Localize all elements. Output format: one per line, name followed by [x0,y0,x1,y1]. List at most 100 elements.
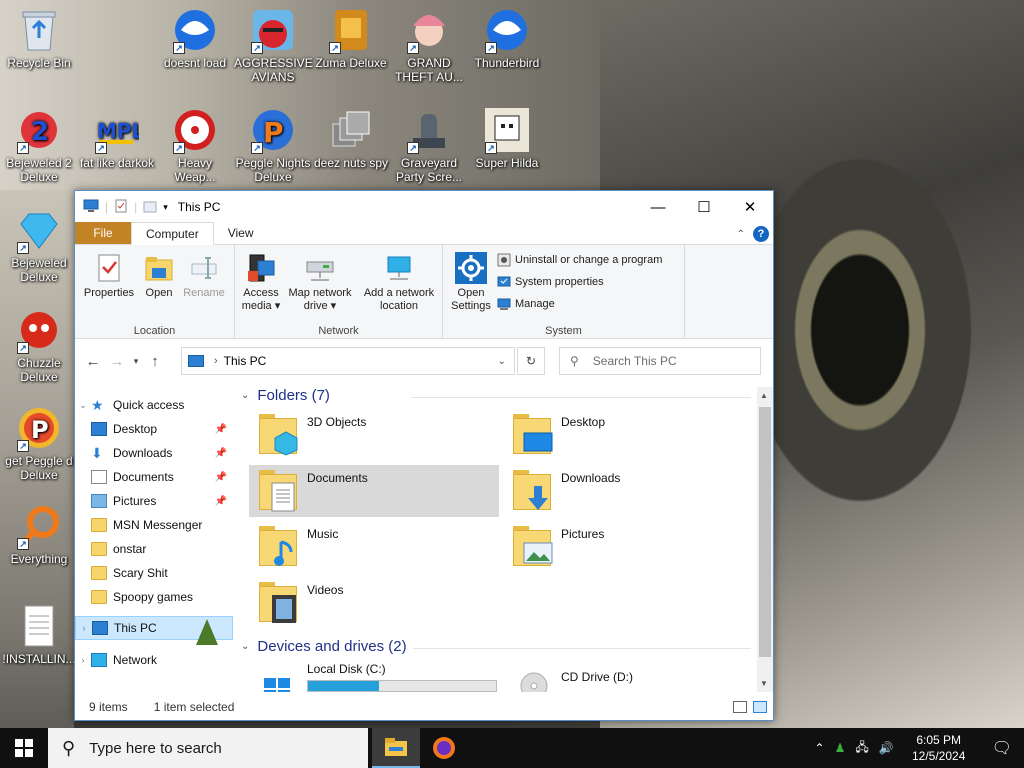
desktop-icon-gta[interactable]: ↗ GRAND THEFT AU... [390,6,468,84]
manage-button[interactable]: Manage [497,295,555,313]
network-drive-icon [303,251,337,285]
refresh-button[interactable]: ↻ [517,347,545,375]
quick-access-dropdown-icon[interactable]: ▾ [163,202,168,213]
nav-item-spoopy-games[interactable]: Spoopy games [75,585,233,609]
desktop-icon-deez-nuts-spy[interactable]: deez nuts spy [312,106,390,170]
collapse-chevron-icon[interactable]: ⌄ [241,390,249,401]
breadcrumb-this-pc[interactable]: This PC [224,354,267,368]
close-button[interactable]: ✕ [727,191,773,223]
desktop-icon-fat-like-darkok[interactable]: MPL ↗ fat like darkok [78,106,156,170]
drive-tile-cd-d[interactable]: CD Drive (D:) [503,660,753,692]
notifications-icon[interactable]: 🗨 [992,738,1012,758]
nav-network[interactable]: › Network [75,648,233,672]
search-box[interactable]: ⚲ Search This PC [559,347,761,375]
breadcrumb-chevron[interactable]: › [214,355,218,367]
desktop-icon-installing[interactable]: !INSTALLIN... [0,602,78,666]
expand-chevron-icon[interactable]: › [76,623,92,633]
large-icons-view-icon[interactable] [753,701,767,713]
folder-tile-documents[interactable]: Documents [249,465,499,517]
open-button[interactable]: Open [139,249,179,300]
properties-quick-icon[interactable] [114,199,128,216]
map-network-drive-button[interactable]: Map network drive ▾ [283,249,357,313]
content-scrollbar[interactable]: ▲ ▼ [757,387,773,692]
taskbar-file-explorer[interactable] [372,728,420,768]
desktop-icon-everything[interactable]: ↗ Everything [0,502,78,566]
desktop-icon-thunderbird[interactable]: ↗ Thunderbird [468,6,546,70]
nav-item-pictures[interactable]: Pictures 📌 [75,489,233,513]
pin-icon[interactable]: 📌 [215,472,227,483]
nav-item-documents[interactable]: Documents 📌 [75,465,233,489]
expand-chevron-icon[interactable]: › [75,655,91,665]
scroll-thumb[interactable] [759,407,771,657]
desktop-icon-graveyard-party[interactable]: ↗ Graveyard Party Scre... [390,106,468,184]
new-folder-quick-icon[interactable] [143,199,157,216]
folder-tile-desktop[interactable]: Desktop [503,409,753,461]
volume-icon[interactable]: 🔊 [879,741,894,755]
ribbon-collapse-icon[interactable]: ⌃ [737,229,745,240]
address-dropdown-icon[interactable]: ⌄ [498,356,506,367]
minimize-button[interactable]: — [635,191,681,223]
forward-button[interactable]: → [105,353,129,370]
properties-button[interactable]: Properties [81,249,137,300]
desktop-icon-bejeweled-deluxe[interactable]: ↗ Bejeweled Deluxe [0,206,78,284]
desktop-icon-super-hilda[interactable]: ↗ Super Hilda [468,106,546,170]
nav-item-downloads[interactable]: ⬇ Downloads 📌 [75,441,233,465]
folder-tile-3d-objects[interactable]: 3D Objects [249,409,499,461]
scroll-up-icon[interactable]: ▲ [760,391,768,400]
address-bar[interactable]: › This PC ⌄ [181,347,515,375]
network-icon [91,653,107,667]
access-media-button[interactable]: Access media ▾ [239,249,283,313]
system-properties-button[interactable]: System properties [497,273,604,291]
desktop-icon-zuma-deluxe[interactable]: ↗ Zuma Deluxe [312,6,390,70]
taskbar-search-box[interactable]: ⚲ Type here to search [48,728,368,768]
collapse-chevron-icon[interactable]: ⌄ [241,641,249,652]
nav-item-onstar[interactable]: onstar [75,537,233,561]
expand-chevron-icon[interactable]: ⌄ [75,400,91,411]
folder-tile-music[interactable]: Music [249,521,499,573]
folder-tile-downloads[interactable]: Downloads [503,465,753,517]
pin-icon[interactable]: 📌 [215,448,227,459]
help-icon[interactable]: ? [753,226,769,242]
user-presence-icon[interactable]: ♟ [835,741,846,755]
maximize-button[interactable]: ☐ [681,191,727,223]
desktop-icon-aggressive-avians[interactable]: ↗ AGGRESSIVE AVIANS [234,6,313,84]
uninstall-program-button[interactable]: Uninstall or change a program [497,251,662,269]
nav-item-scary-shit[interactable]: Scary Shit [75,561,233,585]
pictures-icon [91,494,107,508]
taskbar-firefox[interactable] [420,728,468,768]
recent-locations-button[interactable]: ▾ [129,356,143,367]
nav-item-msn-messenger[interactable]: MSN Messenger [75,513,233,537]
devices-section-header[interactable]: ⌄ Devices and drives (2) [241,638,751,655]
folder-tile-pictures[interactable]: Pictures [503,521,753,573]
drive-tile-local-disk-c[interactable]: Local Disk (C:) [249,660,499,692]
tab-computer[interactable]: Computer [131,222,214,245]
rename-button[interactable]: Rename [179,249,229,300]
start-button[interactable] [0,728,48,768]
desktop-icon-chuzzle[interactable]: ↗ Chuzzle Deluxe [0,306,78,384]
add-network-location-button[interactable]: Add a network location [357,249,441,313]
desktop-icon-heavy-weapon[interactable]: ↗ Heavy Weap... [156,106,234,184]
show-hidden-icons-chevron-icon[interactable]: ⌃ [815,741,825,755]
open-settings-button[interactable]: Open Settings [449,249,493,313]
clock[interactable]: 6:05 PM 12/5/2024 [904,732,974,764]
up-button[interactable]: ↑ [143,353,167,370]
pin-icon[interactable]: 📌 [215,424,227,435]
back-button[interactable]: ← [81,353,105,370]
desktop-icon-peggle-nights[interactable]: P ↗ Peggle Nights Deluxe [234,106,312,184]
folder-tile-videos[interactable]: Videos [249,577,499,629]
folders-section-header[interactable]: ⌄ Folders (7) [241,387,751,404]
pin-icon[interactable]: 📌 [215,496,227,507]
svg-text:P: P [31,416,49,444]
network-status-icon[interactable]: 🖧 [855,738,868,759]
scroll-down-icon[interactable]: ▼ [760,679,768,688]
desktop-icon-get-peggle[interactable]: P ↗ get Peggle d Deluxe [0,404,78,482]
tab-view[interactable]: View [214,222,268,244]
nav-quick-access[interactable]: ⌄ ★ Quick access [75,393,233,417]
desktop-icon-recycle-bin[interactable]: Recycle Bin [0,6,78,70]
nav-item-desktop[interactable]: Desktop 📌 [75,417,233,441]
desktop-icon-doesnt-load[interactable]: ↗ doesnt load [156,6,234,70]
desktop-icon-bejeweled-2[interactable]: 2 ↗ Bejeweled 2 Deluxe [0,106,78,184]
tab-file[interactable]: File [75,222,131,244]
details-view-icon[interactable] [733,701,747,713]
nav-this-pc[interactable]: › This PC [75,616,233,645]
